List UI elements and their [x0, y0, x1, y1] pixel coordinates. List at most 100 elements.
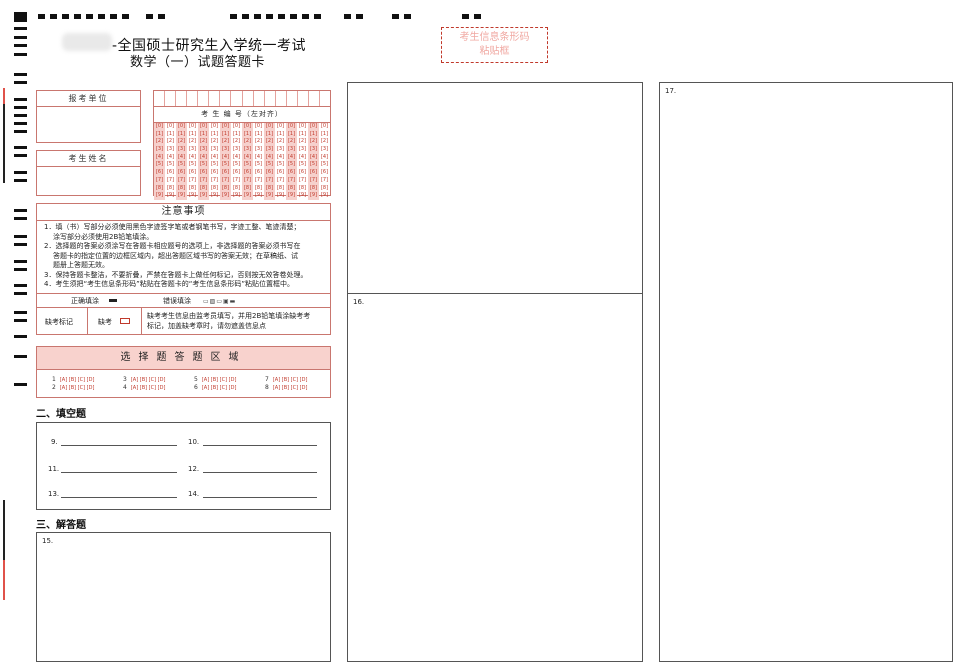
- digit-bubble[interactable]: [8]: [211, 185, 218, 193]
- digit-bubble[interactable]: [4]: [266, 154, 273, 162]
- digit-bubble[interactable]: [2]: [288, 138, 295, 146]
- digit-bubble[interactable]: [2]: [244, 138, 251, 146]
- digit-bubble[interactable]: [9]: [277, 192, 284, 200]
- digit-bubble[interactable]: [9]: [244, 192, 251, 200]
- blank-answer-line[interactable]: [61, 445, 177, 446]
- exam-number-column[interactable]: [0] [1] [2] [3] [4] [5] [6] [7] [8] [9]: [154, 123, 165, 200]
- digit-bubble[interactable]: [5]: [222, 161, 229, 169]
- answer-box-15[interactable]: 15.: [36, 532, 331, 662]
- digit-bubble[interactable]: [0]: [266, 123, 273, 131]
- digit-bubble[interactable]: [5]: [288, 161, 295, 169]
- digit-bubble[interactable]: [6]: [233, 169, 240, 177]
- exam-number-column[interactable]: [0] [1] [2] [3] [4] [5] [6] [7] [8] [9]: [286, 123, 297, 200]
- digit-bubble[interactable]: [4]: [156, 154, 163, 162]
- digit-bubble[interactable]: [9]: [189, 192, 196, 200]
- digit-bubble[interactable]: [6]: [288, 169, 295, 177]
- digit-bubble[interactable]: [5]: [277, 161, 284, 169]
- digit-bubble[interactable]: [7]: [233, 177, 240, 185]
- digit-bubble[interactable]: [6]: [200, 169, 207, 177]
- digit-bubble[interactable]: [6]: [299, 169, 306, 177]
- digit-bubble[interactable]: [1]: [200, 131, 207, 139]
- digit-bubble[interactable]: [7]: [277, 177, 284, 185]
- digit-bubble[interactable]: [6]: [178, 169, 185, 177]
- mcq-question[interactable]: 6 [A] [B] [C] [D]: [194, 384, 236, 391]
- mcq-question[interactable]: 1 [A] [B] [C] [D]: [52, 376, 94, 383]
- exam-number-column[interactable]: [0] [1] [2] [3] [4] [5] [6] [7] [8] [9]: [319, 123, 330, 200]
- digit-bubble[interactable]: [8]: [222, 185, 229, 193]
- digit-bubble[interactable]: [5]: [178, 161, 185, 169]
- exam-number-column[interactable]: [0] [1] [2] [3] [4] [5] [6] [7] [8] [9]: [242, 123, 253, 200]
- digit-bubble[interactable]: [8]: [156, 185, 163, 193]
- digit-bubble[interactable]: [7]: [288, 177, 295, 185]
- absent-bubble[interactable]: [120, 318, 130, 324]
- digit-bubble[interactable]: [3]: [156, 146, 163, 154]
- digit-bubble[interactable]: [6]: [222, 169, 229, 177]
- digit-bubble[interactable]: [0]: [233, 123, 240, 131]
- exam-number-column[interactable]: [0] [1] [2] [3] [4] [5] [6] [7] [8] [9]: [308, 123, 319, 200]
- digit-bubble[interactable]: [9]: [178, 192, 185, 200]
- digit-bubble[interactable]: [1]: [167, 131, 174, 139]
- applicant-unit-box[interactable]: 报考单位: [36, 90, 141, 143]
- digit-bubble[interactable]: [8]: [244, 185, 251, 193]
- digit-bubble[interactable]: [4]: [255, 154, 262, 162]
- digit-bubble[interactable]: [3]: [266, 146, 273, 154]
- digit-bubble[interactable]: [6]: [167, 169, 174, 177]
- digit-bubble[interactable]: [4]: [299, 154, 306, 162]
- digit-bubble[interactable]: [4]: [211, 154, 218, 162]
- digit-bubble[interactable]: [7]: [222, 177, 229, 185]
- digit-bubble[interactable]: [8]: [233, 185, 240, 193]
- digit-bubble[interactable]: [9]: [222, 192, 229, 200]
- exam-number-column[interactable]: [0] [1] [2] [3] [4] [5] [6] [7] [8] [9]: [297, 123, 308, 200]
- mcq-question[interactable]: 4 [A] [B] [C] [D]: [123, 384, 165, 391]
- digit-bubble[interactable]: [5]: [189, 161, 196, 169]
- blank-answer-line[interactable]: [203, 497, 317, 498]
- digit-bubble[interactable]: [7]: [266, 177, 273, 185]
- digit-bubble[interactable]: [1]: [244, 131, 251, 139]
- digit-bubble[interactable]: [3]: [277, 146, 284, 154]
- digit-bubble[interactable]: [2]: [167, 138, 174, 146]
- answer-box-15-continued[interactable]: [347, 82, 643, 294]
- digit-bubble[interactable]: [1]: [299, 131, 306, 139]
- blank-answer-line[interactable]: [203, 472, 317, 473]
- digit-bubble[interactable]: [4]: [167, 154, 174, 162]
- digit-bubble[interactable]: [5]: [233, 161, 240, 169]
- digit-bubble[interactable]: [0]: [277, 123, 284, 131]
- digit-bubble[interactable]: [8]: [178, 185, 185, 193]
- digit-bubble[interactable]: [3]: [233, 146, 240, 154]
- exam-number-column[interactable]: [0] [1] [2] [3] [4] [5] [6] [7] [8] [9]: [198, 123, 209, 200]
- digit-bubble[interactable]: [6]: [310, 169, 317, 177]
- digit-bubble[interactable]: [0]: [178, 123, 185, 131]
- digit-bubble[interactable]: [1]: [288, 131, 295, 139]
- digit-bubble[interactable]: [1]: [189, 131, 196, 139]
- digit-bubble[interactable]: [3]: [211, 146, 218, 154]
- digit-bubble[interactable]: [2]: [156, 138, 163, 146]
- digit-bubble[interactable]: [3]: [244, 146, 251, 154]
- blank-answer-line[interactable]: [61, 472, 177, 473]
- digit-bubble[interactable]: [1]: [310, 131, 317, 139]
- digit-bubble[interactable]: [5]: [299, 161, 306, 169]
- digit-bubble[interactable]: [3]: [222, 146, 229, 154]
- digit-bubble[interactable]: [9]: [299, 192, 306, 200]
- digit-bubble[interactable]: [2]: [266, 138, 273, 146]
- digit-bubble[interactable]: [7]: [167, 177, 174, 185]
- digit-bubble[interactable]: [5]: [266, 161, 273, 169]
- digit-bubble[interactable]: [2]: [277, 138, 284, 146]
- digit-bubble[interactable]: [9]: [167, 192, 174, 200]
- digit-bubble[interactable]: [4]: [321, 154, 328, 162]
- digit-bubble[interactable]: [8]: [255, 185, 262, 193]
- digit-bubble[interactable]: [0]: [156, 123, 163, 131]
- digit-bubble[interactable]: [3]: [310, 146, 317, 154]
- digit-bubble[interactable]: [3]: [167, 146, 174, 154]
- digit-bubble[interactable]: [0]: [200, 123, 207, 131]
- digit-bubble[interactable]: [8]: [189, 185, 196, 193]
- digit-bubble[interactable]: [2]: [255, 138, 262, 146]
- exam-number-column[interactable]: [0] [1] [2] [3] [4] [5] [6] [7] [8] [9]: [231, 123, 242, 200]
- digit-bubble[interactable]: [7]: [156, 177, 163, 185]
- digit-bubble[interactable]: [9]: [233, 192, 240, 200]
- digit-bubble[interactable]: [8]: [200, 185, 207, 193]
- digit-bubble[interactable]: [6]: [255, 169, 262, 177]
- digit-bubble[interactable]: [4]: [233, 154, 240, 162]
- digit-bubble[interactable]: [3]: [200, 146, 207, 154]
- exam-number-bubbles[interactable]: [0] [1] [2] [3] [4] [5] [6] [7] [8] [9] [0] [1] [2][…: [154, 123, 330, 200]
- digit-bubble[interactable]: [2]: [222, 138, 229, 146]
